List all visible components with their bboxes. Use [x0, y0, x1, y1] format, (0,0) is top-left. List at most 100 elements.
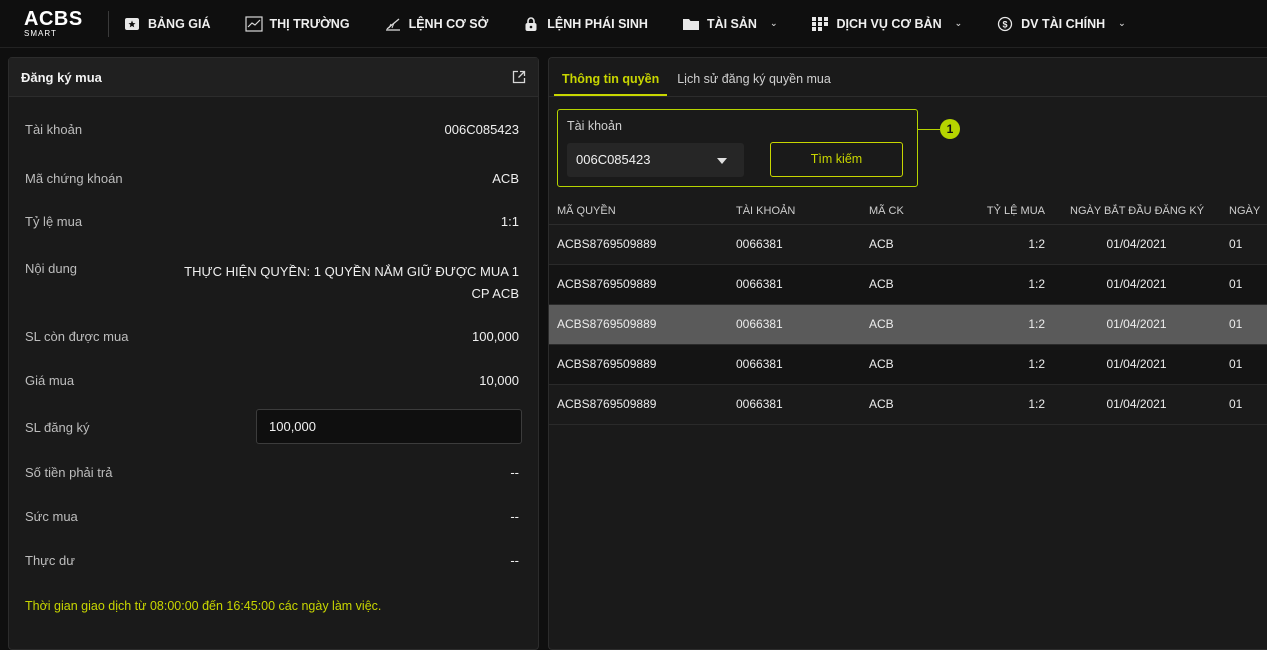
nav-item-label: LỆNH CƠ SỞ: [408, 16, 489, 31]
ratio-cell: 1:2: [1028, 397, 1045, 411]
ratio-row: Tỷ lệ mua 1:1: [25, 214, 519, 229]
tab-rights-info[interactable]: Thông tin quyền: [554, 72, 668, 96]
tab-registration-history[interactable]: Lịch sử đăng ký quyền mua: [669, 72, 839, 96]
start-date-cell: 01/04/2021: [1106, 317, 1167, 331]
symbol-cell: ACB: [869, 317, 894, 331]
price-row: Giá mua 10,000: [25, 373, 519, 388]
ratio-cell: 1:2: [1028, 237, 1045, 251]
chart-line-icon: [244, 15, 263, 33]
buying-power-row: Sức mua --: [25, 509, 519, 524]
buying-power-label: Sức mua: [25, 509, 78, 524]
nav-item-lenh-co-so[interactable]: LỆNH CƠ SỞ: [384, 15, 489, 33]
date-cell: 01: [1229, 237, 1243, 251]
table-row[interactable]: ACBS8769509889 0066381 ACB 1:2 01/04/202…: [549, 345, 1267, 385]
account-value: 006C085423: [444, 122, 519, 137]
ratio-label: Tỷ lệ mua: [25, 214, 83, 229]
nav-item-thi-truong[interactable]: THỊ TRƯỜNG: [244, 15, 350, 33]
chevron-down-icon: ⌄: [769, 18, 778, 28]
nav-item-dich-vu-co-ban[interactable]: DỊCH VỤ CƠ BẢN ⌄: [811, 15, 962, 33]
dollar-circle-icon: $: [996, 15, 1014, 33]
nav-item-label: BẢNG GIÁ: [148, 16, 211, 31]
account-select-value: 006C085423: [576, 152, 651, 167]
symbol-cell: ACB: [869, 397, 894, 411]
account-cell: 0066381: [736, 357, 783, 371]
panel-title: Đăng ký mua: [21, 69, 102, 85]
column-header[interactable]: MÃ CK: [869, 198, 904, 225]
open-external-icon[interactable]: [512, 70, 526, 84]
account-cell: 0066381: [736, 277, 783, 291]
register-purchase-panel: Đăng ký mua Tài khoản 006C085423 Mã chứn…: [8, 57, 539, 650]
symbol-cell: ACB: [869, 237, 894, 251]
chevron-down-icon: ⌄: [954, 18, 963, 28]
nav-item-label: DV TÀI CHÍNH: [1021, 16, 1106, 31]
grid-icon: [811, 15, 829, 33]
nav-divider: [108, 10, 109, 37]
callout-connector: [918, 129, 940, 130]
start-date-cell: 01/04/2021: [1106, 357, 1167, 371]
table-row[interactable]: ACBS8769509889 0066381 ACB 1:2 01/04/202…: [549, 385, 1267, 425]
rights-info-panel: Thông tin quyền Lịch sử đăng ký quyền mu…: [548, 57, 1267, 650]
nav-item-label: DỊCH VỤ CƠ BẢN: [836, 16, 942, 31]
panel-header: Đăng ký mua: [9, 58, 538, 97]
amount-due-label: Số tiền phải trả: [25, 465, 113, 480]
buying-power-value: --: [510, 509, 519, 524]
trading-hours-note: Thời gian giao dịch từ 08:00:00 đến 16:4…: [25, 599, 382, 613]
ratio-cell: 1:2: [1028, 317, 1045, 331]
register-qty-input[interactable]: 100,000: [256, 409, 522, 444]
date-cell: 01: [1229, 317, 1243, 331]
symbol-value: ACB: [492, 171, 519, 186]
table-row[interactable]: ACBS8769509889 0066381 ACB 1:2 01/04/202…: [549, 225, 1267, 265]
lock-icon: [522, 15, 540, 33]
account-row: Tài khoản 006C085423: [25, 122, 519, 137]
symbol-row: Mã chứng khoán ACB: [25, 171, 519, 186]
search-filter-box: Tài khoản 006C085423 Tìm kiếm: [557, 109, 918, 187]
table-row-selected[interactable]: ACBS8769509889 0066381 ACB 1:2 01/04/202…: [549, 305, 1267, 345]
acbs-smart-logo[interactable]: ACBS SMART: [0, 8, 83, 38]
top-navigation-bar: ACBS SMART BẢNG GIÁ THỊ TRƯỜNG LỆNH CƠ S…: [0, 0, 1267, 48]
column-header[interactable]: TÀI KHOẢN: [736, 198, 795, 225]
price-label: Giá mua: [25, 373, 75, 388]
table-row[interactable]: ACBS8769509889 0066381 ACB 1:2 01/04/202…: [549, 265, 1267, 305]
right-code-cell: ACBS8769509889: [557, 237, 657, 251]
remainder-value: --: [510, 553, 519, 568]
account-select[interactable]: 006C085423: [567, 143, 744, 177]
pen-order-icon: [384, 15, 402, 33]
right-code-cell: ACBS8769509889: [557, 397, 657, 411]
svg-text:$: $: [1003, 19, 1008, 29]
remaining-value: 100,000: [472, 329, 519, 344]
column-header[interactable]: NGÀY BẮT ĐẦU ĐĂNG KÝ: [1070, 198, 1204, 225]
caret-down-icon: [717, 158, 727, 164]
ratio-value: 1:1: [500, 214, 519, 229]
search-button[interactable]: Tìm kiếm: [770, 142, 903, 177]
right-code-cell: ACBS8769509889: [557, 277, 657, 291]
account-cell: 0066381: [736, 397, 783, 411]
nav-item-dv-tai-chinh[interactable]: $ DV TÀI CHÍNH ⌄: [996, 15, 1126, 33]
symbol-label: Mã chứng khoán: [25, 171, 123, 186]
date-cell: 01: [1229, 397, 1243, 411]
account-filter-label: Tài khoản: [567, 119, 622, 133]
column-header[interactable]: NGÀY: [1229, 198, 1260, 225]
remainder-label: Thực dư: [25, 553, 75, 568]
remaining-row: SL còn được mua 100,000: [25, 329, 519, 344]
start-date-cell: 01/04/2021: [1106, 237, 1167, 251]
start-date-cell: 01/04/2021: [1106, 397, 1167, 411]
nav-item-bang-gia[interactable]: BẢNG GIÁ: [123, 15, 211, 33]
price-value: 10,000: [479, 373, 519, 388]
nav-item-tai-san[interactable]: TÀI SẢN ⌄: [682, 15, 778, 33]
register-qty-label: SL đăng ký: [25, 420, 90, 435]
content-label: Nội dung: [25, 261, 78, 276]
ratio-cell: 1:2: [1028, 277, 1045, 291]
right-code-cell: ACBS8769509889: [557, 317, 657, 331]
amount-due-value: --: [510, 465, 519, 480]
callout-badge: 1: [940, 119, 960, 139]
nav-item-lenh-phai-sinh[interactable]: LỆNH PHÁI SINH: [522, 15, 648, 33]
remaining-label: SL còn được mua: [25, 329, 129, 344]
column-header[interactable]: TỶ LỆ MUA: [979, 198, 1045, 225]
date-cell: 01: [1229, 357, 1243, 371]
account-cell: 0066381: [736, 237, 783, 251]
column-header[interactable]: MÃ QUYỀN: [557, 198, 616, 225]
nav-item-label: THỊ TRƯỜNG: [269, 16, 350, 31]
rights-table: MÃ QUYỀN TÀI KHOẢN MÃ CK TỶ LỆ MUA NGÀY …: [549, 198, 1267, 425]
content-value: THỰC HIỆN QUYỀN: 1 QUYỀN NẮM GIỮ ĐƯỢC MU…: [184, 264, 519, 301]
logo-text: ACBS: [24, 8, 83, 30]
